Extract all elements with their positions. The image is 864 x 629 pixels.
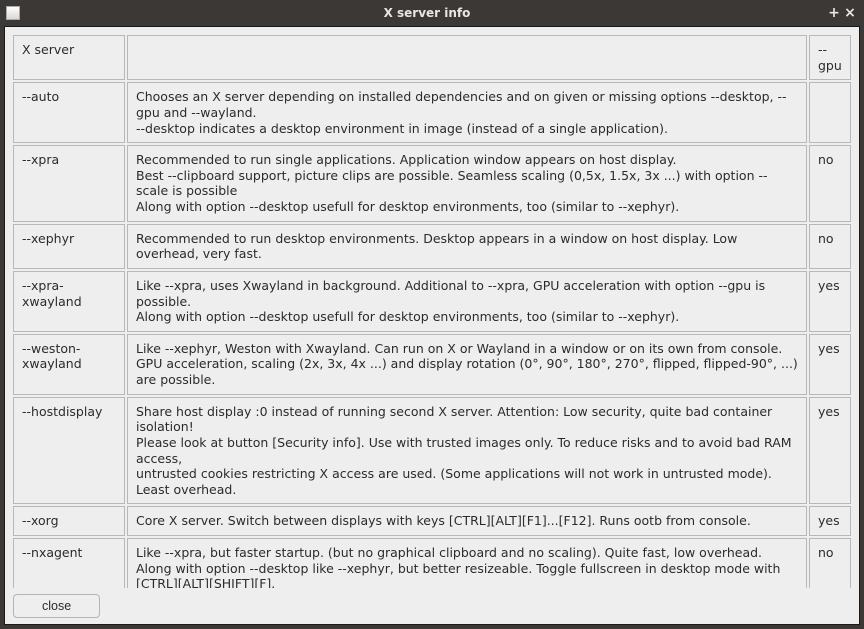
gpu-cell — [809, 82, 851, 143]
col-header-gpu: --gpu — [809, 35, 851, 80]
description-cell: Like --xpra, but faster startup. (but no… — [127, 538, 807, 588]
option-cell: --weston-xwayland — [13, 334, 125, 395]
description-cell: Chooses an X server depending on install… — [127, 82, 807, 143]
table-row: --xpra-xwaylandLike --xpra, uses Xwaylan… — [13, 271, 851, 332]
option-cell: --hostdisplay — [13, 397, 125, 505]
table-row: --nxagentLike --xpra, but faster startup… — [13, 538, 851, 588]
option-cell: --xorg — [13, 506, 125, 536]
titlebar: X server info + × — [0, 0, 864, 26]
table-row: --autoChooses an X server depending on i… — [13, 82, 851, 143]
description-cell: Recommended to run desktop environments.… — [127, 224, 807, 269]
table-row: --xorgCore X server. Switch between disp… — [13, 506, 851, 536]
description-cell: Recommended to run single applications. … — [127, 145, 807, 222]
table-header-row: X server --gpu — [13, 35, 851, 80]
maximize-icon[interactable]: + — [826, 5, 842, 21]
description-cell: Share host display :0 instead of running… — [127, 397, 807, 505]
gpu-cell: no — [809, 224, 851, 269]
client-area: X server --gpu --autoChooses an X server… — [4, 26, 860, 625]
option-cell: --nxagent — [13, 538, 125, 588]
app-icon — [6, 6, 20, 20]
option-cell: --xpra-xwayland — [13, 271, 125, 332]
table-row: --weston-xwaylandLike --xephyr, Weston w… — [13, 334, 851, 395]
table-row: --xephyrRecommended to run desktop envir… — [13, 224, 851, 269]
xserver-table: X server --gpu --autoChooses an X server… — [11, 33, 853, 588]
description-cell: Core X server. Switch between displays w… — [127, 506, 807, 536]
gpu-cell: yes — [809, 271, 851, 332]
table-scroll: X server --gpu --autoChooses an X server… — [5, 27, 859, 588]
description-cell: Like --xpra, uses Xwayland in background… — [127, 271, 807, 332]
table-row: --xpraRecommended to run single applicat… — [13, 145, 851, 222]
gpu-cell: yes — [809, 334, 851, 395]
option-cell: --xpra — [13, 145, 125, 222]
window-title: X server info — [28, 6, 826, 20]
footer: close — [5, 588, 859, 624]
option-cell: --auto — [13, 82, 125, 143]
gpu-cell: yes — [809, 397, 851, 505]
gpu-cell: yes — [809, 506, 851, 536]
gpu-cell: no — [809, 538, 851, 588]
close-icon[interactable]: × — [842, 5, 858, 21]
option-cell: --xephyr — [13, 224, 125, 269]
close-button[interactable]: close — [13, 594, 100, 618]
description-cell: Like --xephyr, Weston with Xwayland. Can… — [127, 334, 807, 395]
table-row: --hostdisplayShare host display :0 inste… — [13, 397, 851, 505]
gpu-cell: no — [809, 145, 851, 222]
col-header-option: X server — [13, 35, 125, 80]
col-header-desc — [127, 35, 807, 80]
